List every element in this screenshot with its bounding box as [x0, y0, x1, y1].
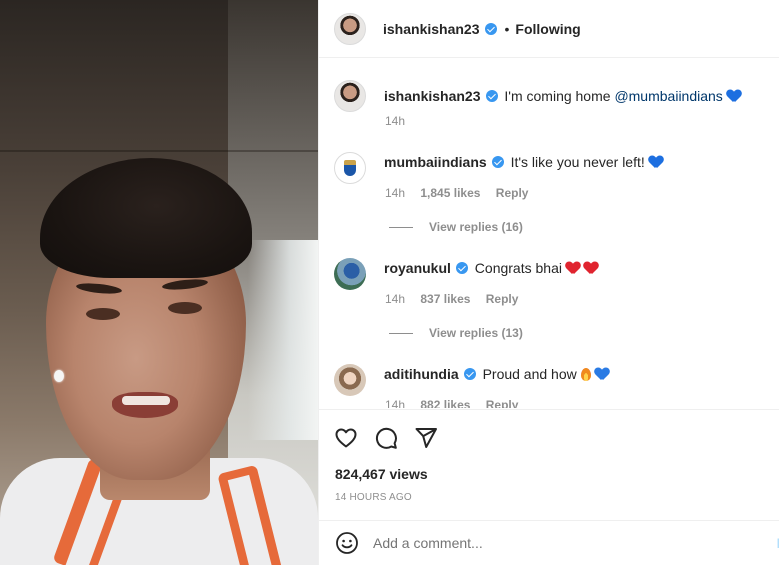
- comment-time: 14h: [385, 186, 406, 200]
- background-ceiling-line: [0, 150, 318, 152]
- person-hair: [40, 158, 252, 278]
- comment-time: 14h: [385, 292, 406, 306]
- caption-meta: 14h: [385, 114, 417, 128]
- view-replies-label: View replies (13): [429, 326, 523, 340]
- caption-item: ishankishan23 I'm coming home @mumbaiind…: [334, 80, 741, 112]
- heart-outline-icon: [335, 428, 357, 448]
- caption-mention-link[interactable]: @mumbaiindians: [614, 88, 722, 104]
- header-separator: •: [504, 20, 510, 37]
- comment-text: It's like you never left!: [510, 154, 645, 170]
- post-actions: 824,467 views 14 HOURS AGO: [319, 409, 779, 519]
- comment-likes[interactable]: 837 likes: [420, 292, 470, 306]
- smiley-icon[interactable]: [335, 531, 359, 555]
- post-timestamp[interactable]: 14 HOURS AGO: [335, 492, 412, 503]
- person-teeth: [122, 396, 170, 405]
- comment-meta: 14h 882 likes Reply: [385, 398, 530, 408]
- caption-time: 14h: [385, 114, 406, 128]
- verified-badge-icon: [485, 90, 498, 102]
- paper-plane-icon: [415, 428, 437, 448]
- view-count[interactable]: 824,467 views: [335, 466, 428, 482]
- fire-emoji-icon: [580, 368, 591, 381]
- view-replies-button[interactable]: View replies (13): [389, 326, 523, 340]
- share-button[interactable]: [414, 426, 438, 450]
- comment-bubble-icon: [375, 427, 397, 449]
- comment-meta: 14h 1,845 likes Reply: [385, 186, 540, 200]
- person-earring: [54, 370, 64, 382]
- comment-avatar-royanukul[interactable]: [334, 258, 366, 290]
- comment-meta: 14h 837 likes Reply: [385, 292, 530, 306]
- comment-likes[interactable]: 882 likes: [420, 398, 470, 408]
- comment-item: royanukul Congrats bhai: [334, 258, 598, 290]
- verified-badge-icon: [463, 368, 476, 380]
- red-heart-emoji-icon: [566, 262, 580, 275]
- verified-badge-icon: [491, 156, 504, 168]
- author-username[interactable]: ishankishan23: [383, 21, 480, 37]
- post-header: ishankishan23 • Following: [319, 0, 779, 58]
- comment-username[interactable]: royanukul: [384, 260, 451, 276]
- caption-avatar[interactable]: [334, 80, 366, 112]
- person-eye-right: [168, 302, 202, 314]
- red-heart-emoji-icon: [584, 262, 598, 275]
- blue-heart-emoji-icon: [727, 90, 741, 103]
- background-window-light: [248, 240, 318, 440]
- comment-reply-button[interactable]: Reply: [486, 292, 519, 306]
- comment-avatar-aditihundia[interactable]: [334, 364, 366, 396]
- comment-text: Congrats bhai: [474, 260, 562, 276]
- comments-list[interactable]: ishankishan23 I'm coming home @mumbaiind…: [319, 58, 779, 408]
- author-avatar[interactable]: [334, 12, 366, 45]
- comment-text: Proud and how: [482, 366, 577, 382]
- post-video[interactable]: [0, 0, 318, 565]
- post-side-panel: ishankishan23 • Following ishankishan23 …: [318, 0, 779, 565]
- replies-divider: [389, 226, 413, 228]
- comment-username[interactable]: mumbaiindians: [384, 154, 487, 170]
- following-button[interactable]: Following: [515, 21, 580, 37]
- comment-reply-button[interactable]: Reply: [486, 398, 519, 408]
- add-comment-input[interactable]: [373, 535, 753, 551]
- comment-username[interactable]: aditihundia: [384, 366, 459, 382]
- verified-badge-icon: [484, 22, 497, 35]
- view-replies-label: View replies (16): [429, 220, 523, 234]
- verified-badge-icon: [455, 262, 468, 274]
- replies-divider: [389, 332, 413, 334]
- comment-item: aditihundia Proud and how: [334, 364, 609, 396]
- comment-item: mumbaiindians It's like you never left!: [334, 152, 663, 184]
- comment-likes[interactable]: 1,845 likes: [420, 186, 480, 200]
- add-comment-bar: P: [319, 520, 779, 565]
- action-icons: [334, 426, 438, 450]
- comment-reply-button[interactable]: Reply: [496, 186, 529, 200]
- caption-text: I'm coming home: [504, 88, 611, 104]
- comment-button[interactable]: [374, 426, 398, 450]
- person-eye-left: [86, 308, 120, 320]
- blue-heart-emoji-icon: [595, 368, 609, 381]
- blue-heart-emoji-icon: [649, 156, 663, 169]
- like-button[interactable]: [334, 426, 358, 450]
- view-replies-button[interactable]: View replies (16): [389, 220, 523, 234]
- comment-avatar-mumbaiindians[interactable]: [334, 152, 366, 184]
- caption-username[interactable]: ishankishan23: [384, 88, 481, 104]
- comment-time: 14h: [385, 398, 406, 408]
